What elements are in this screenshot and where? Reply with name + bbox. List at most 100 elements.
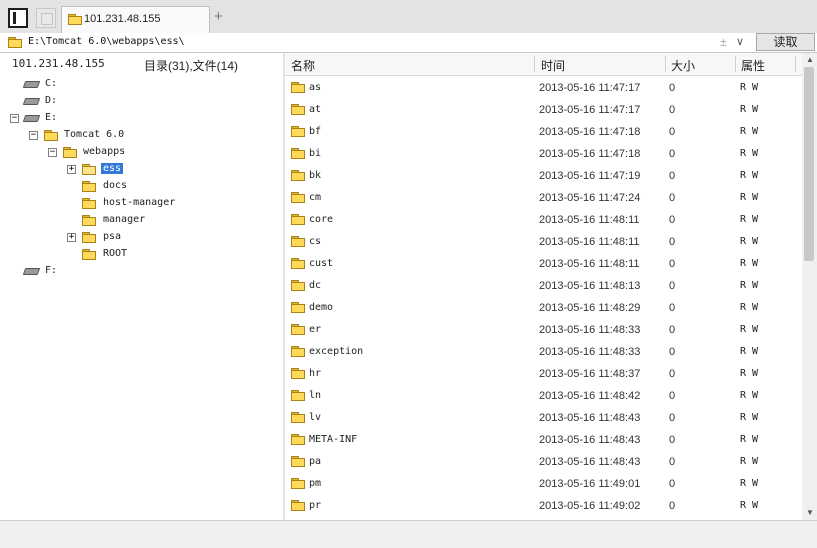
column-attr[interactable]: 属性 — [741, 57, 765, 74]
file-row[interactable]: ln 2013-05-16 11:48:42 0 R W — [285, 384, 801, 406]
file-row[interactable]: at 2013-05-16 11:47:17 0 R W — [285, 98, 801, 120]
file-attr: R W — [740, 214, 759, 225]
folder-icon — [291, 236, 305, 247]
file-row[interactable]: er 2013-05-16 11:48:33 0 R W — [285, 318, 801, 340]
file-row[interactable]: lv 2013-05-16 11:48:43 0 R W — [285, 406, 801, 428]
file-name: bi — [309, 148, 322, 159]
column-name[interactable]: 名称 — [291, 57, 315, 74]
host-label: 101.231.48.155 — [12, 57, 105, 70]
file-row[interactable]: as 2013-05-16 11:47:17 0 R W — [285, 76, 801, 98]
history-icon[interactable]: ± — [720, 35, 727, 49]
file-row[interactable]: dc 2013-05-16 11:48:13 0 R W — [285, 274, 801, 296]
file-row[interactable]: META-INF 2013-05-16 11:48:43 0 R W — [285, 428, 801, 450]
file-time: 2013-05-16 11:48:11 — [539, 214, 640, 226]
file-time: 2013-05-16 11:48:42 — [539, 390, 641, 402]
tree-folder-webapps[interactable]: − webapps — [48, 144, 148, 160]
file-attr: R W — [740, 192, 759, 203]
file-time: 2013-05-16 11:49:01 — [539, 478, 641, 490]
file-list-pane: 名称 时间 大小 属性 as 2013-05-16 11:47:17 0 R W at 2… — [285, 53, 817, 520]
folder-icon — [291, 412, 305, 423]
drive-icon — [24, 80, 39, 87]
expand-icon[interactable]: + — [67, 233, 76, 242]
file-row[interactable]: core 2013-05-16 11:48:11 0 R W — [285, 208, 801, 230]
file-name: META-INF — [309, 434, 358, 445]
file-row[interactable]: demo 2013-05-16 11:48:29 0 R W — [285, 296, 801, 318]
collapse-icon[interactable]: − — [48, 148, 57, 157]
file-row[interactable]: bk 2013-05-16 11:47:19 0 R W — [285, 164, 801, 186]
column-divider[interactable] — [735, 56, 736, 72]
file-time: 2013-05-16 11:47:17 — [539, 104, 641, 116]
tree-folder-psa[interactable]: + psa — [67, 229, 167, 245]
file-row[interactable]: exception 2013-05-16 11:48:33 0 R W — [285, 340, 801, 362]
vertical-scrollbar[interactable]: ▲ ▼ — [802, 53, 817, 520]
tree-folder-host-manager[interactable]: host-manager — [82, 195, 222, 211]
column-divider[interactable] — [795, 56, 796, 72]
file-name: bk — [309, 170, 322, 181]
file-time: 2013-05-16 11:48:33 — [539, 346, 641, 358]
collapse-icon[interactable]: − — [29, 131, 38, 140]
file-name: ln — [309, 390, 322, 401]
file-time: 2013-05-16 11:47:18 — [539, 148, 641, 160]
file-size: 0 — [669, 390, 676, 402]
folder-icon — [291, 324, 305, 335]
tree-drive-e[interactable]: − E: — [10, 110, 70, 126]
tree-folder-manager[interactable]: manager — [82, 212, 182, 228]
file-row[interactable]: pr 2013-05-16 11:49:02 0 R W — [285, 494, 801, 516]
collapse-icon[interactable]: − — [10, 114, 19, 123]
file-time: 2013-05-16 11:48:43 — [539, 434, 641, 446]
add-tab-button[interactable]: + — [214, 9, 223, 24]
status-bar — [0, 520, 817, 548]
expand-icon[interactable]: + — [67, 165, 76, 174]
file-time: 2013-05-16 11:48:11 — [539, 258, 640, 270]
file-row[interactable]: cs 2013-05-16 11:48:11 0 R W — [285, 230, 801, 252]
folder-icon — [291, 478, 305, 489]
folder-icon — [82, 181, 96, 192]
file-size: 0 — [669, 346, 676, 358]
folder-icon — [8, 37, 22, 48]
file-name: cm — [309, 192, 322, 203]
tree-folder-docs[interactable]: docs — [82, 178, 182, 194]
tree-folder-root[interactable]: ROOT — [82, 246, 182, 262]
file-name: lv — [309, 412, 322, 423]
file-time: 2013-05-16 11:48:29 — [539, 302, 641, 314]
file-row[interactable]: pa 2013-05-16 11:48:43 0 R W — [285, 450, 801, 472]
file-attr: R W — [740, 170, 759, 181]
file-size: 0 — [669, 192, 676, 204]
scroll-up-icon[interactable]: ▲ — [806, 55, 814, 64]
scroll-thumb[interactable] — [804, 67, 814, 261]
folder-icon — [68, 14, 82, 25]
file-name: core — [309, 214, 334, 225]
tree-folder-ess[interactable]: + ess — [67, 161, 147, 177]
new-window-icon[interactable] — [36, 8, 56, 28]
column-time[interactable]: 时间 — [541, 57, 565, 74]
read-button[interactable]: 读取 — [756, 33, 815, 51]
panel-toggle-icon[interactable] — [8, 8, 28, 28]
file-row[interactable]: cust 2013-05-16 11:48:11 0 R W — [285, 252, 801, 274]
file-list: as 2013-05-16 11:47:17 0 R W at 2013-05-16 11… — [285, 76, 801, 520]
folder-open-icon — [82, 164, 96, 175]
file-name: cs — [309, 236, 322, 247]
file-row[interactable]: bf 2013-05-16 11:47:18 0 R W — [285, 120, 801, 142]
tab-host[interactable]: 101.231.48.155 — [61, 6, 210, 33]
file-attr: R W — [740, 324, 759, 335]
column-divider[interactable] — [534, 56, 535, 72]
file-name: pm — [309, 478, 322, 489]
folder-icon — [291, 170, 305, 181]
file-row[interactable]: bi 2013-05-16 11:47:18 0 R W — [285, 142, 801, 164]
scroll-down-icon[interactable]: ▼ — [806, 508, 814, 517]
file-size: 0 — [669, 302, 676, 314]
drive-icon — [24, 114, 39, 121]
tree-folder-tomcat[interactable]: − Tomcat 6.0 — [29, 127, 149, 143]
file-row[interactable]: hr 2013-05-16 11:48:37 0 R W — [285, 362, 801, 384]
file-attr: R W — [740, 126, 759, 137]
column-divider[interactable] — [665, 56, 666, 72]
column-size[interactable]: 大小 — [671, 57, 695, 74]
file-size: 0 — [669, 214, 676, 226]
file-row[interactable]: cm 2013-05-16 11:47:24 0 R W — [285, 186, 801, 208]
chevron-down-icon[interactable]: ∨ — [736, 35, 744, 48]
folder-icon — [63, 147, 77, 158]
file-attr: R W — [740, 500, 759, 511]
path-input[interactable]: E:\Tomcat 6.0\webapps\ess\ — [28, 36, 708, 50]
file-row[interactable]: pm 2013-05-16 11:49:01 0 R W — [285, 472, 801, 494]
file-time: 2013-05-16 11:48:43 — [539, 412, 641, 424]
